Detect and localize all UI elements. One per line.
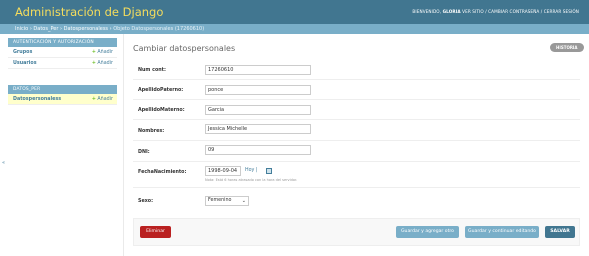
toggle-sidebar-icon[interactable]: « xyxy=(2,160,5,166)
nombres-input[interactable]: Jessica Michelle xyxy=(205,124,311,134)
sidebar-item-label[interactable]: Datospersonaless xyxy=(13,97,61,102)
calendar-icon[interactable] xyxy=(266,168,272,174)
breadcrumb-current: Objeto Datospersonales (17260610) xyxy=(113,26,205,32)
sidebar-item-datospersonaless[interactable]: Datospersonaless + Añadir xyxy=(8,94,117,105)
history-button[interactable]: HISTORIA xyxy=(550,43,584,52)
site-brand[interactable]: Administración de Django xyxy=(15,5,163,19)
module-datos-per: DATOS_PER Datospersonaless + Añadir xyxy=(8,85,117,105)
breadcrumb: Inicio › Datos_Per › Datospersonaless › … xyxy=(0,24,589,34)
sexo-label: Sexo: xyxy=(138,199,154,204)
submit-row: Eliminar Guardar y agregar otro Guardar … xyxy=(133,218,580,246)
breadcrumb-app[interactable]: Datos_Per xyxy=(33,26,58,32)
dni-input[interactable]: 09 xyxy=(205,145,311,155)
breadcrumb-separator: › xyxy=(60,26,63,32)
sidebar-item-label[interactable]: Usuarios xyxy=(13,61,37,66)
num-cont-input[interactable]: 17260610 xyxy=(205,65,311,75)
sidebar-item-usuarios[interactable]: Usuarios + Añadir xyxy=(8,58,117,69)
today-link[interactable]: Hoy xyxy=(245,168,254,173)
plus-icon: + xyxy=(91,61,96,66)
form-row-apellido-paterno: ApellidoPaterno: ponce xyxy=(133,80,580,100)
form-row-fecha-nacimiento: FechaNacimiento: 1998-09-04 Hoy | Nota: … xyxy=(133,162,580,188)
header-bar: Administración de Django BIENVENIDO, GLO… xyxy=(0,0,589,24)
fecha-nacimiento-input[interactable]: 1998-09-04 xyxy=(205,166,241,176)
sidebar-item-grupos[interactable]: Grupos + Añadir xyxy=(8,47,117,58)
fecha-nacimiento-label: FechaNacimiento: xyxy=(138,170,187,175)
form-row-apellido-materno: ApellidoMaterno: Garcia xyxy=(133,100,580,120)
sexo-selected-value: Femenino xyxy=(208,198,232,203)
user-links[interactable]: VER SITIO / CAMBIAR CONTRASEÑA / CERRAR … xyxy=(462,9,579,14)
add-grupos-link[interactable]: + Añadir xyxy=(92,50,113,55)
breadcrumb-separator: › xyxy=(29,26,32,32)
num-cont-label: Num cont: xyxy=(138,68,166,73)
add-usuarios-link[interactable]: + Añadir xyxy=(92,61,113,66)
form-row-nombres: Nombres: Jessica Michelle xyxy=(133,120,580,141)
breadcrumb-home[interactable]: Inicio xyxy=(15,26,28,32)
save-and-add-button[interactable]: Guardar y agregar otro xyxy=(396,226,459,238)
breadcrumb-model[interactable]: Datospersonaless xyxy=(64,26,108,32)
add-datospersonaless-link[interactable]: + Añadir xyxy=(92,97,113,102)
page-title: Cambiar datospersonales xyxy=(133,44,236,53)
module-title-auth: AUTENTICACIÓN Y AUTORIZACIÓN xyxy=(8,38,117,47)
breadcrumb-separator: › xyxy=(109,26,112,32)
username: GLORIA xyxy=(442,9,461,14)
chevron-down-icon: ⌄ xyxy=(241,198,246,204)
timezone-help-text: Nota: Está 6 horas atrasado con la hora … xyxy=(205,178,298,182)
delete-button[interactable]: Eliminar xyxy=(140,226,171,238)
nombres-label: Nombres: xyxy=(138,129,165,134)
apellido-paterno-input[interactable]: ponce xyxy=(205,85,311,95)
add-label: Añadir xyxy=(97,50,113,55)
separator: | xyxy=(255,168,258,173)
plus-icon: + xyxy=(91,97,96,102)
module-title-datos-per: DATOS_PER xyxy=(8,85,117,94)
form-row-dni: DNI: 09 xyxy=(133,141,580,162)
user-tools: BIENVENIDO, GLORIA VER SITIO / CAMBIAR C… xyxy=(412,9,579,14)
add-label: Añadir xyxy=(97,61,113,66)
sidebar-item-label[interactable]: Grupos xyxy=(13,50,32,55)
form-row-sexo: Sexo: Femenino ⌄ xyxy=(133,188,580,214)
main-content: Cambiar datospersonales HISTORIA Num con… xyxy=(124,34,589,256)
form-row-num-cont: Num cont: 17260610 xyxy=(133,60,580,80)
apellido-paterno-label: ApellidoPaterno: xyxy=(138,88,184,93)
apellido-materno-label: ApellidoMaterno: xyxy=(138,108,185,113)
welcome-text: BIENVENIDO, xyxy=(412,9,442,14)
add-label: Añadir xyxy=(97,97,113,102)
dni-label: DNI: xyxy=(138,150,150,155)
sexo-select[interactable]: Femenino ⌄ xyxy=(205,196,249,206)
apellido-materno-input[interactable]: Garcia xyxy=(205,105,311,115)
save-and-continue-button[interactable]: Guardar y continuar editando xyxy=(465,226,539,238)
today-shortcut[interactable]: Hoy | xyxy=(245,168,258,173)
module-auth: AUTENTICACIÓN Y AUTORIZACIÓN Grupos + Añ… xyxy=(8,38,117,69)
nav-sidebar: AUTENTICACIÓN Y AUTORIZACIÓN Grupos + Añ… xyxy=(0,34,124,256)
plus-icon: + xyxy=(91,50,96,55)
save-button[interactable]: SALVAR xyxy=(545,226,575,238)
